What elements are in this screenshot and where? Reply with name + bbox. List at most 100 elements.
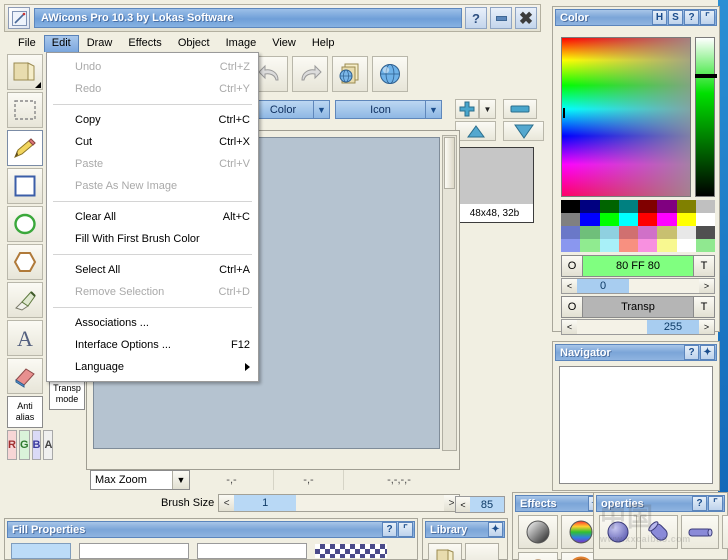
fill-style-box[interactable] (79, 543, 189, 559)
menu-help[interactable]: Help (304, 35, 343, 51)
swatch[interactable] (638, 200, 657, 213)
polygon-tool-button[interactable] (7, 244, 43, 280)
menu-item-interface-options[interactable]: Interface Options ... F12 (47, 334, 258, 356)
fg-alpha-track[interactable] (629, 279, 699, 293)
menu-item-undo[interactable]: Undo Ctrl+Z (47, 56, 258, 78)
foreground-transparency-button[interactable]: T (693, 255, 715, 277)
menu-item-redo[interactable]: Redo Ctrl+Y (47, 78, 258, 100)
swatch[interactable] (600, 213, 619, 226)
saturation-value-picker[interactable] (561, 37, 691, 197)
swatch[interactable] (677, 213, 696, 226)
collapse-icon[interactable]: ✦ (700, 345, 715, 360)
help-button[interactable]: ? (465, 7, 487, 29)
ellipse-tool-button[interactable] (7, 206, 43, 242)
brush-size-spinner[interactable]: < 1 > (218, 494, 460, 512)
swatch[interactable] (561, 226, 580, 239)
swatch[interactable] (657, 213, 676, 226)
swatch[interactable] (677, 226, 696, 239)
help-button[interactable]: ? (382, 522, 397, 537)
menu-item-fill-with-first-brush-color[interactable]: Fill With First Brush Color (47, 228, 258, 250)
antialias-toggle[interactable]: Anti alias (7, 396, 43, 428)
canvas-vertical-scrollbar[interactable] (442, 135, 457, 451)
menu-image[interactable]: Image (218, 35, 265, 51)
object-type-combo[interactable]: Icon ▼ (335, 100, 442, 119)
swatch[interactable] (619, 226, 638, 239)
help-button[interactable]: ? (684, 345, 699, 360)
foreground-alpha-slider[interactable]: < 0 > (561, 278, 715, 294)
menu-view[interactable]: View (264, 35, 304, 51)
menu-item-clear-all[interactable]: Clear All Alt+C (47, 206, 258, 228)
menu-item-cut[interactable]: Cut Ctrl+X (47, 131, 258, 153)
swatch[interactable] (696, 200, 715, 213)
bg-alpha-increase[interactable]: > (699, 320, 714, 334)
scrollbar-thumb[interactable] (444, 137, 455, 189)
help-button[interactable]: ? (692, 496, 707, 511)
menu-item-remove-selection[interactable]: Remove Selection Ctrl+D (47, 281, 258, 303)
swatch[interactable] (638, 226, 657, 239)
menu-effects[interactable]: Effects (120, 35, 169, 51)
swatch[interactable] (580, 239, 599, 252)
add-object-button[interactable] (455, 99, 479, 119)
library-item-folder[interactable] (428, 543, 462, 560)
minimize-button[interactable] (490, 7, 512, 29)
swatch[interactable] (657, 226, 676, 239)
cylinder-horizontal-button[interactable] (681, 515, 719, 549)
color-mode-combo[interactable]: Color ▼ (252, 100, 330, 119)
fill-pattern-preview[interactable] (315, 544, 387, 558)
foreground-opacity-button[interactable]: O (561, 255, 583, 277)
channel-b-toggle[interactable]: B (32, 430, 42, 460)
opacity-slider[interactable]: < 85 (455, 496, 505, 513)
swatch[interactable] (677, 200, 696, 213)
collapse-icon[interactable]: ⌜ (700, 10, 715, 25)
saturation-button[interactable]: S (668, 10, 683, 25)
orange-effect[interactable] (518, 552, 558, 560)
collapse-icon[interactable]: ⌜ (708, 496, 723, 511)
brush-tool-button[interactable] (7, 282, 43, 318)
close-button[interactable]: ✖ (515, 7, 537, 29)
bg-alpha-track[interactable] (577, 320, 647, 334)
swatch[interactable] (561, 213, 580, 226)
collapse-icon[interactable]: ✦ (488, 522, 503, 537)
background-transparency-button[interactable]: T (693, 296, 715, 318)
sphere-shade-effect[interactable] (518, 515, 558, 549)
swatch[interactable] (600, 226, 619, 239)
remove-object-button[interactable] (503, 99, 537, 119)
menu-item-paste[interactable]: Paste Ctrl+V (47, 153, 258, 175)
swatch[interactable] (619, 239, 638, 252)
icon-preview[interactable]: 48x48, 32b (455, 147, 534, 223)
channel-g-toggle[interactable]: G (19, 430, 30, 460)
rectangle-tool-button[interactable] (7, 168, 43, 204)
swatch[interactable] (657, 239, 676, 252)
redo-button[interactable] (292, 56, 328, 92)
add-object-dropdown[interactable]: ▼ (479, 99, 496, 119)
menu-edit[interactable]: Edit (44, 35, 79, 52)
move-down-button[interactable] (503, 121, 544, 141)
swatch[interactable] (561, 239, 580, 252)
globe-button[interactable] (372, 56, 408, 92)
sphere-shape-button[interactable] (599, 515, 637, 549)
menu-item-copy[interactable]: Copy Ctrl+C (47, 109, 258, 131)
brightness-bar[interactable] (695, 37, 715, 197)
menu-object[interactable]: Object (170, 35, 218, 51)
swatch[interactable] (619, 200, 638, 213)
brightness-marker[interactable] (695, 74, 717, 78)
transparency-mode-toggle[interactable]: Transp mode (49, 378, 85, 410)
menu-item-select-all[interactable]: Select All Ctrl+A (47, 259, 258, 281)
background-opacity-button[interactable]: O (561, 296, 583, 318)
menu-item-paste-as-new-image[interactable]: Paste As New Image (47, 175, 258, 197)
collapse-icon[interactable]: ⌜ (398, 522, 413, 537)
background-alpha-slider[interactable]: < 255 > (561, 319, 715, 335)
background-color-value[interactable]: Transp (583, 296, 693, 318)
menu-file[interactable]: File (10, 35, 44, 51)
channel-a-toggle[interactable]: A (43, 430, 53, 460)
eraser-tool-button[interactable] (7, 358, 43, 394)
swatch[interactable] (600, 239, 619, 252)
zoom-combo[interactable]: Max Zoom ▼ (90, 470, 190, 490)
fill-tool-button[interactable] (7, 54, 43, 90)
swatch[interactable] (696, 239, 715, 252)
hue-button[interactable]: H (652, 10, 667, 25)
opacity-decrease-button[interactable]: < (456, 497, 470, 512)
move-up-button[interactable] (455, 121, 496, 141)
swatch[interactable] (696, 226, 715, 239)
pencil-tool-button[interactable] (7, 130, 43, 166)
